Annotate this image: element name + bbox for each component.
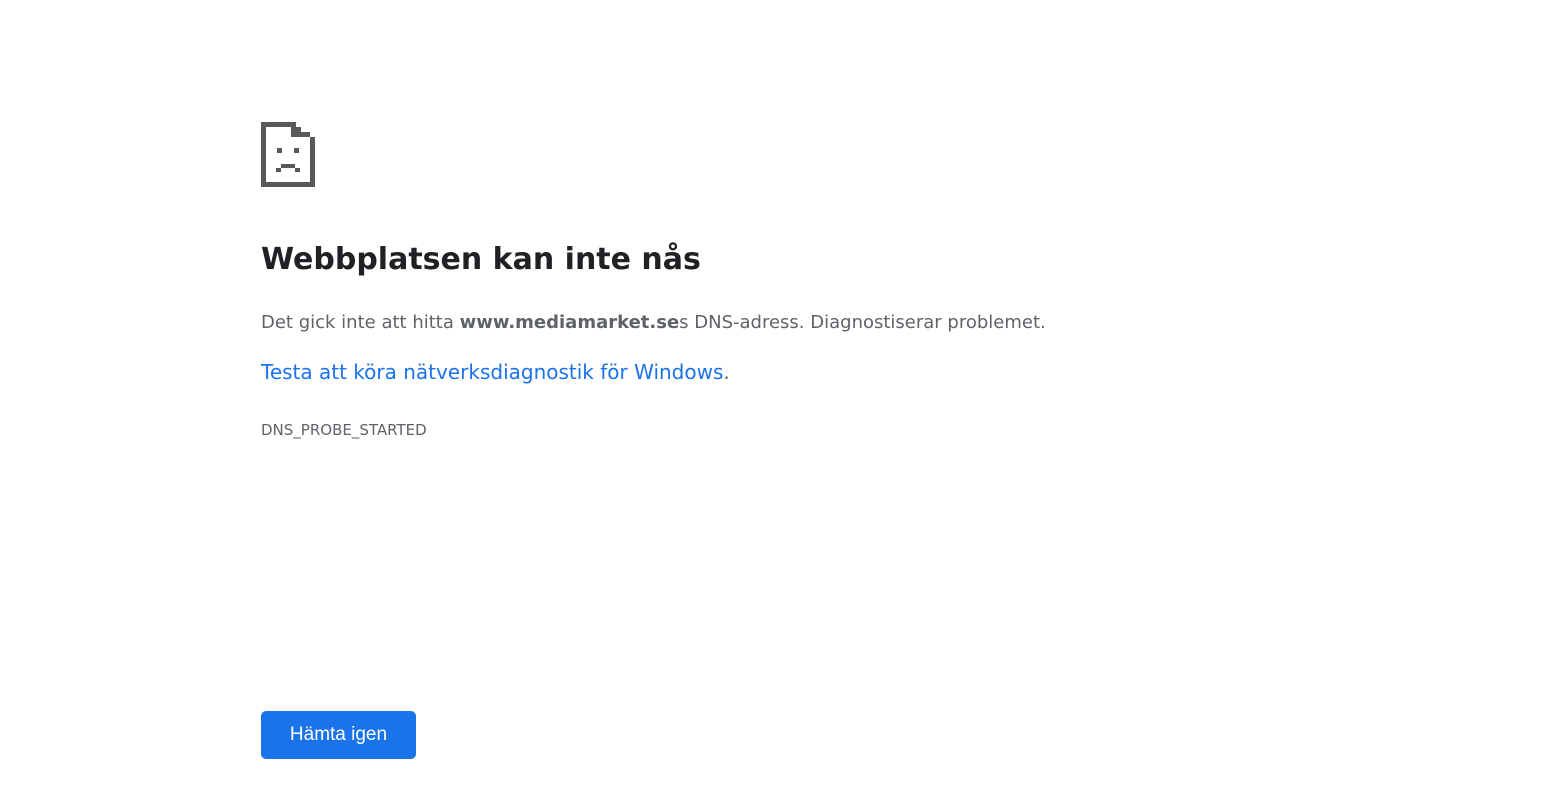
error-code: DNS_PROBE_STARTED: [261, 421, 427, 439]
error-domain: www.mediamarket.se: [459, 312, 680, 333]
sad-page-icon: [261, 122, 315, 187]
error-message-suffix: s DNS-adress. Diagnostiserar problemet.: [679, 312, 1046, 333]
error-page: Webbplatsen kan inte nås Det gick inte a…: [0, 0, 1554, 792]
error-message-prefix: Det gick inte att hitta: [261, 312, 460, 333]
diagnostics-line: Testa att köra nätverksdiagnostik för Wi…: [261, 360, 730, 384]
page-title: Webbplatsen kan inte nås: [261, 242, 701, 277]
error-message: Det gick inte att hitta www.mediamarket.…: [261, 312, 1046, 333]
network-diagnostics-link[interactable]: Testa att köra nätverksdiagnostik för Wi…: [261, 360, 723, 384]
reload-button[interactable]: Hämta igen: [261, 711, 416, 759]
diagnostics-trailing: .: [723, 360, 730, 384]
